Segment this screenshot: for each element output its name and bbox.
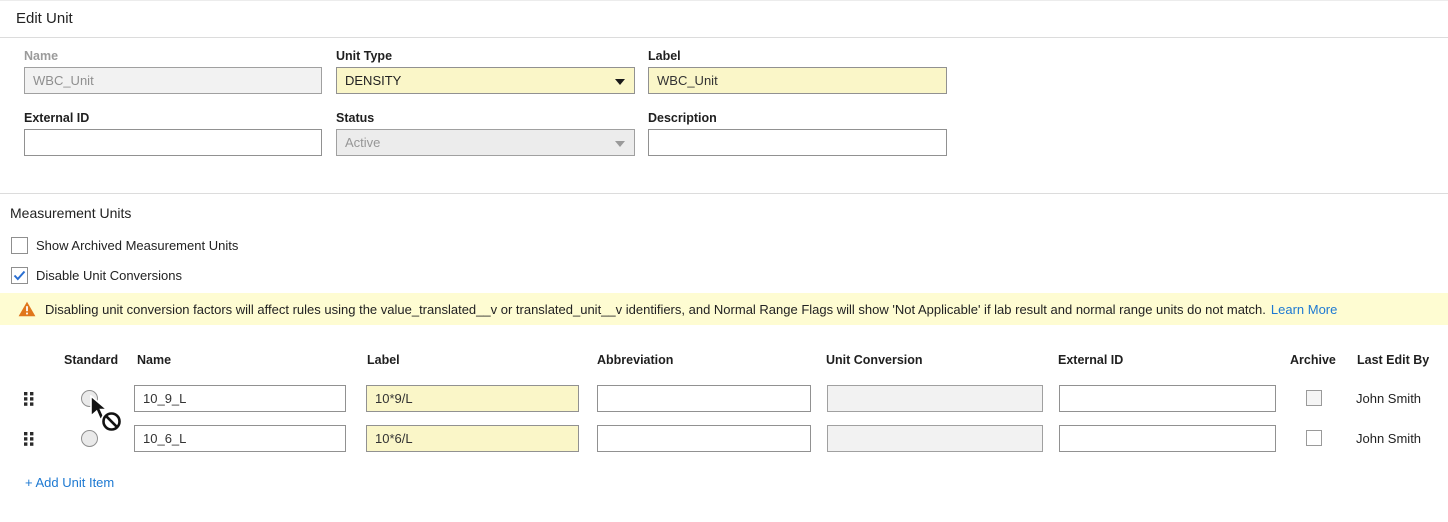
standard-radio[interactable] — [81, 430, 98, 447]
unit-item-conversion-input — [827, 425, 1043, 452]
warning-icon — [18, 301, 36, 317]
label-field-group: Label — [648, 49, 947, 94]
description-field-group: Description — [648, 111, 947, 156]
description-input[interactable] — [648, 129, 947, 156]
unit-item-name-input[interactable] — [134, 425, 346, 452]
last-edit-by-value: John Smith — [1356, 425, 1421, 452]
unit-item-label-input[interactable] — [366, 425, 579, 452]
name-input — [24, 67, 322, 94]
add-unit-item-link[interactable]: + Add Unit Item — [25, 475, 114, 490]
col-header-unit-conversion: Unit Conversion — [826, 353, 923, 367]
col-header-last-edit-by: Last Edit By — [1357, 353, 1429, 367]
disable-conversions-row: Disable Unit Conversions — [11, 267, 182, 284]
external-id-input[interactable] — [24, 129, 322, 156]
disable-conversions-checkbox[interactable] — [11, 267, 28, 284]
chevron-down-icon — [615, 141, 625, 147]
col-header-label: Label — [367, 353, 400, 367]
name-field-group: Name — [24, 49, 322, 94]
checkmark-icon — [13, 270, 26, 281]
edit-unit-page: Edit Unit Name Unit Type DENSITY Label E… — [0, 0, 1448, 522]
section-divider — [0, 193, 1448, 194]
standard-radio[interactable] — [81, 390, 98, 407]
table-row: John Smith — [0, 425, 1448, 452]
unit-item-label-input[interactable] — [366, 385, 579, 412]
unit-item-abbreviation-input[interactable] — [597, 425, 811, 452]
chevron-down-icon — [615, 79, 625, 85]
unit-item-abbreviation-input[interactable] — [597, 385, 811, 412]
archive-checkbox[interactable] — [1306, 390, 1322, 406]
unit-type-selected-value: DENSITY — [345, 73, 401, 88]
status-field-group: Status Active — [336, 111, 635, 156]
header-divider — [0, 37, 1448, 38]
unit-item-name-input[interactable] — [134, 385, 346, 412]
status-label: Status — [336, 111, 635, 129]
abbreviation-cell — [597, 425, 811, 452]
unit-conversion-cell — [827, 425, 1043, 452]
external-id-label: External ID — [24, 111, 322, 129]
page-title: Edit Unit — [16, 10, 73, 27]
unit-item-external-id-input[interactable] — [1059, 425, 1276, 452]
table-row: John Smith — [0, 385, 1448, 412]
label-cell — [366, 385, 579, 412]
measurement-units-title: Measurement Units — [10, 205, 131, 221]
external-id-cell — [1059, 385, 1276, 412]
external-id-cell — [1059, 425, 1276, 452]
warning-text: Disabling unit conversion factors will a… — [45, 302, 1266, 317]
name-field-label: Name — [24, 49, 322, 67]
external-id-field-group: External ID — [24, 111, 322, 156]
unit-conversion-cell — [827, 385, 1043, 412]
last-edit-by-value: John Smith — [1356, 385, 1421, 412]
unit-type-select[interactable]: DENSITY — [336, 67, 635, 94]
abbreviation-cell — [597, 385, 811, 412]
unit-item-conversion-input — [827, 385, 1043, 412]
label-input[interactable] — [648, 67, 947, 94]
drag-handle-icon[interactable] — [24, 432, 34, 446]
col-header-archive: Archive — [1290, 353, 1336, 367]
unit-type-label: Unit Type — [336, 49, 635, 67]
show-archived-checkbox[interactable] — [11, 237, 28, 254]
unit-item-external-id-input[interactable] — [1059, 385, 1276, 412]
status-select: Active — [336, 129, 635, 156]
description-label: Description — [648, 111, 947, 129]
label-cell — [366, 425, 579, 452]
disable-conversions-label: Disable Unit Conversions — [36, 268, 182, 283]
show-archived-label: Show Archived Measurement Units — [36, 238, 238, 253]
unit-type-field-group: Unit Type DENSITY — [336, 49, 635, 94]
archive-checkbox[interactable] — [1306, 430, 1322, 446]
show-archived-row: Show Archived Measurement Units — [11, 237, 238, 254]
col-header-abbreviation: Abbreviation — [597, 353, 673, 367]
learn-more-link[interactable]: Learn More — [1271, 302, 1337, 317]
col-header-name: Name — [137, 353, 171, 367]
label-field-label: Label — [648, 49, 947, 67]
col-header-standard: Standard — [64, 353, 118, 367]
status-selected-value: Active — [345, 135, 380, 150]
col-header-external-id: External ID — [1058, 353, 1123, 367]
name-cell — [134, 425, 346, 452]
drag-handle-icon[interactable] — [24, 392, 34, 406]
warning-banner: Disabling unit conversion factors will a… — [0, 293, 1448, 325]
name-cell — [134, 385, 346, 412]
